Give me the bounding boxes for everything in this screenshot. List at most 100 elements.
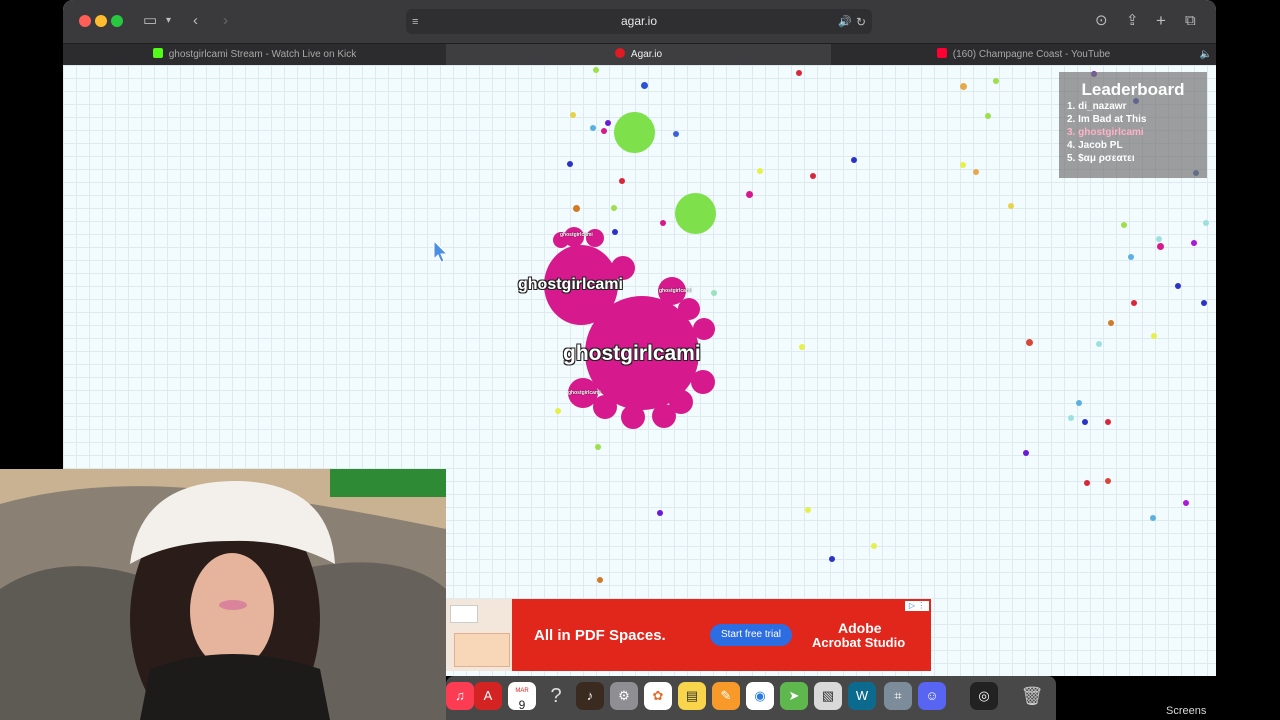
- food-pellet: [1157, 243, 1164, 250]
- leaderboard-entry: 2. Im Bad at This: [1067, 114, 1147, 125]
- food-pellet: [605, 120, 611, 126]
- food-pellet: [657, 510, 663, 516]
- food-pellet: [597, 577, 603, 583]
- food-pellet: [1183, 500, 1189, 506]
- sidebar-icon[interactable]: ▭: [143, 11, 157, 31]
- leaderboard-entry-self: 3. ghostgirlcami: [1067, 127, 1144, 138]
- food-pellet: [1076, 400, 1082, 406]
- food-pellet: [1026, 339, 1033, 346]
- food-pellet: [1131, 300, 1137, 306]
- maximize-window-button[interactable]: [111, 15, 123, 27]
- notes-icon[interactable]: ▤: [678, 682, 706, 710]
- food-pellet: [1023, 450, 1029, 456]
- mouse-cursor-icon: [433, 240, 449, 263]
- player-name-mini: ghostgirlcami: [659, 288, 692, 294]
- obs-icon[interactable]: ◎: [970, 682, 998, 710]
- food-pellet: [810, 173, 816, 179]
- screenshot-icon[interactable]: ⌗: [884, 682, 912, 710]
- ad-choices-icon[interactable]: ▷ ⋮: [905, 601, 929, 611]
- minimize-window-button[interactable]: [95, 15, 107, 27]
- desktop-file-label[interactable]: Screens: [1166, 705, 1206, 717]
- tab-overview-icon[interactable]: ⧉: [1185, 11, 1196, 31]
- food-pellet: [595, 444, 601, 450]
- tab-label: (160) Champagne Coast - YouTube: [952, 49, 1111, 60]
- food-pellet: [1191, 240, 1197, 246]
- ad-banner[interactable]: All in PDF Spaces. Start free trial Adob…: [446, 599, 931, 671]
- player-name-label: ghostgirlcami: [563, 342, 701, 365]
- address-bar[interactable]: ≡ agar.io 🔊 ↻: [406, 9, 872, 34]
- tab-youtube[interactable]: (160) Champagne Coast - YouTube 🔈: [831, 44, 1216, 66]
- food-pellet: [619, 178, 625, 184]
- food-pellet: [1175, 283, 1181, 289]
- food-pellet: [1151, 333, 1157, 339]
- webcam-overlay: [0, 469, 446, 720]
- food-pellet: [973, 169, 979, 175]
- food-pellet: [1068, 415, 1074, 421]
- food-pellet: [960, 162, 966, 168]
- trash-icon[interactable]: 🗑: [1018, 682, 1046, 710]
- photos-icon[interactable]: ✿: [644, 682, 672, 710]
- acrobat-icon[interactable]: A: [474, 682, 502, 710]
- share-icon[interactable]: ⇪: [1126, 11, 1139, 31]
- leaderboard-entry: 5. $αμ ρσεατει: [1067, 153, 1135, 164]
- ad-headline: All in PDF Spaces.: [534, 627, 666, 644]
- help-icon[interactable]: ?: [542, 682, 570, 710]
- food-pellet: [611, 205, 617, 211]
- start-free-trial-button[interactable]: Start free trial: [710, 624, 792, 646]
- webcam-feed: [0, 469, 446, 720]
- food-pellet: [960, 83, 967, 90]
- discord-icon[interactable]: ☺: [918, 682, 946, 710]
- food-pellet: [1121, 222, 1127, 228]
- food-pellet: [590, 125, 596, 131]
- tab-agario[interactable]: Agar.io: [446, 44, 831, 66]
- leaderboard-entry: 4. Jacob PL: [1067, 140, 1123, 151]
- tab-kick[interactable]: ghostgirlcami Stream - Watch Live on Kic…: [63, 44, 446, 66]
- new-tab-icon[interactable]: +: [1156, 11, 1166, 31]
- food-pellet: [1008, 203, 1014, 209]
- food-pellet: [1203, 220, 1209, 226]
- reload-icon[interactable]: ↻: [856, 12, 866, 32]
- back-icon[interactable]: ‹: [193, 11, 198, 31]
- forward-icon[interactable]: ›: [223, 11, 228, 31]
- audio-playing-icon[interactable]: 🔊: [838, 12, 852, 32]
- food-pellet: [1150, 515, 1156, 521]
- food-pellet: [1096, 341, 1102, 347]
- settings-icon[interactable]: ⚙: [610, 682, 638, 710]
- virus: [614, 112, 655, 153]
- food-pellet: [871, 543, 877, 549]
- food-pellet: [746, 191, 753, 198]
- food-pellet: [1082, 419, 1088, 425]
- dock: ♫ A MAR 9 ? ♪ ⚙ ✿ ▤ ✎ ◉ ➤ ▧ W ⌗ ☺ ◎ 🗑: [446, 676, 1056, 720]
- preview-icon[interactable]: ▧: [814, 682, 842, 710]
- food-pellet: [799, 344, 805, 350]
- maps-icon[interactable]: ➤: [780, 682, 808, 710]
- food-pellet: [711, 290, 717, 296]
- downloads-icon[interactable]: ⊙: [1095, 11, 1108, 31]
- address-text: agar.io: [620, 14, 658, 28]
- close-window-button[interactable]: [79, 15, 91, 27]
- virus: [675, 193, 716, 234]
- chrome-icon[interactable]: ◉: [746, 682, 774, 710]
- chevron-down-icon[interactable]: ▾: [166, 11, 171, 31]
- leaderboard-title: Leaderboard: [1081, 80, 1185, 99]
- webex-icon[interactable]: W: [848, 682, 876, 710]
- ad-thumbnail: [446, 599, 512, 671]
- ad-product: Acrobat Studio: [812, 635, 906, 650]
- calendar-icon[interactable]: MAR 9: [508, 682, 536, 712]
- tab-label: Agar.io: [630, 49, 663, 60]
- calendar-month: MAR: [515, 688, 529, 694]
- food-pellet: [555, 408, 561, 414]
- calendar-day: 9: [518, 698, 526, 712]
- speaker-icon[interactable]: 🔈: [1200, 44, 1212, 65]
- food-pellet: [1201, 300, 1207, 306]
- pages-icon[interactable]: ✎: [712, 682, 740, 710]
- food-pellet: [612, 229, 618, 235]
- screen: ▭ ▾ ‹ › ≡ agar.io 🔊 ↻ ⊙ ⇪ + ⧉ ghostgirlc…: [0, 0, 1280, 720]
- food-pellet: [1084, 480, 1090, 486]
- food-pellet: [570, 112, 576, 118]
- food-pellet: [567, 161, 573, 167]
- food-pellet: [573, 205, 580, 212]
- garageband-icon[interactable]: ♪: [576, 682, 604, 710]
- food-pellet: [993, 78, 999, 84]
- music-icon[interactable]: ♫: [446, 682, 474, 710]
